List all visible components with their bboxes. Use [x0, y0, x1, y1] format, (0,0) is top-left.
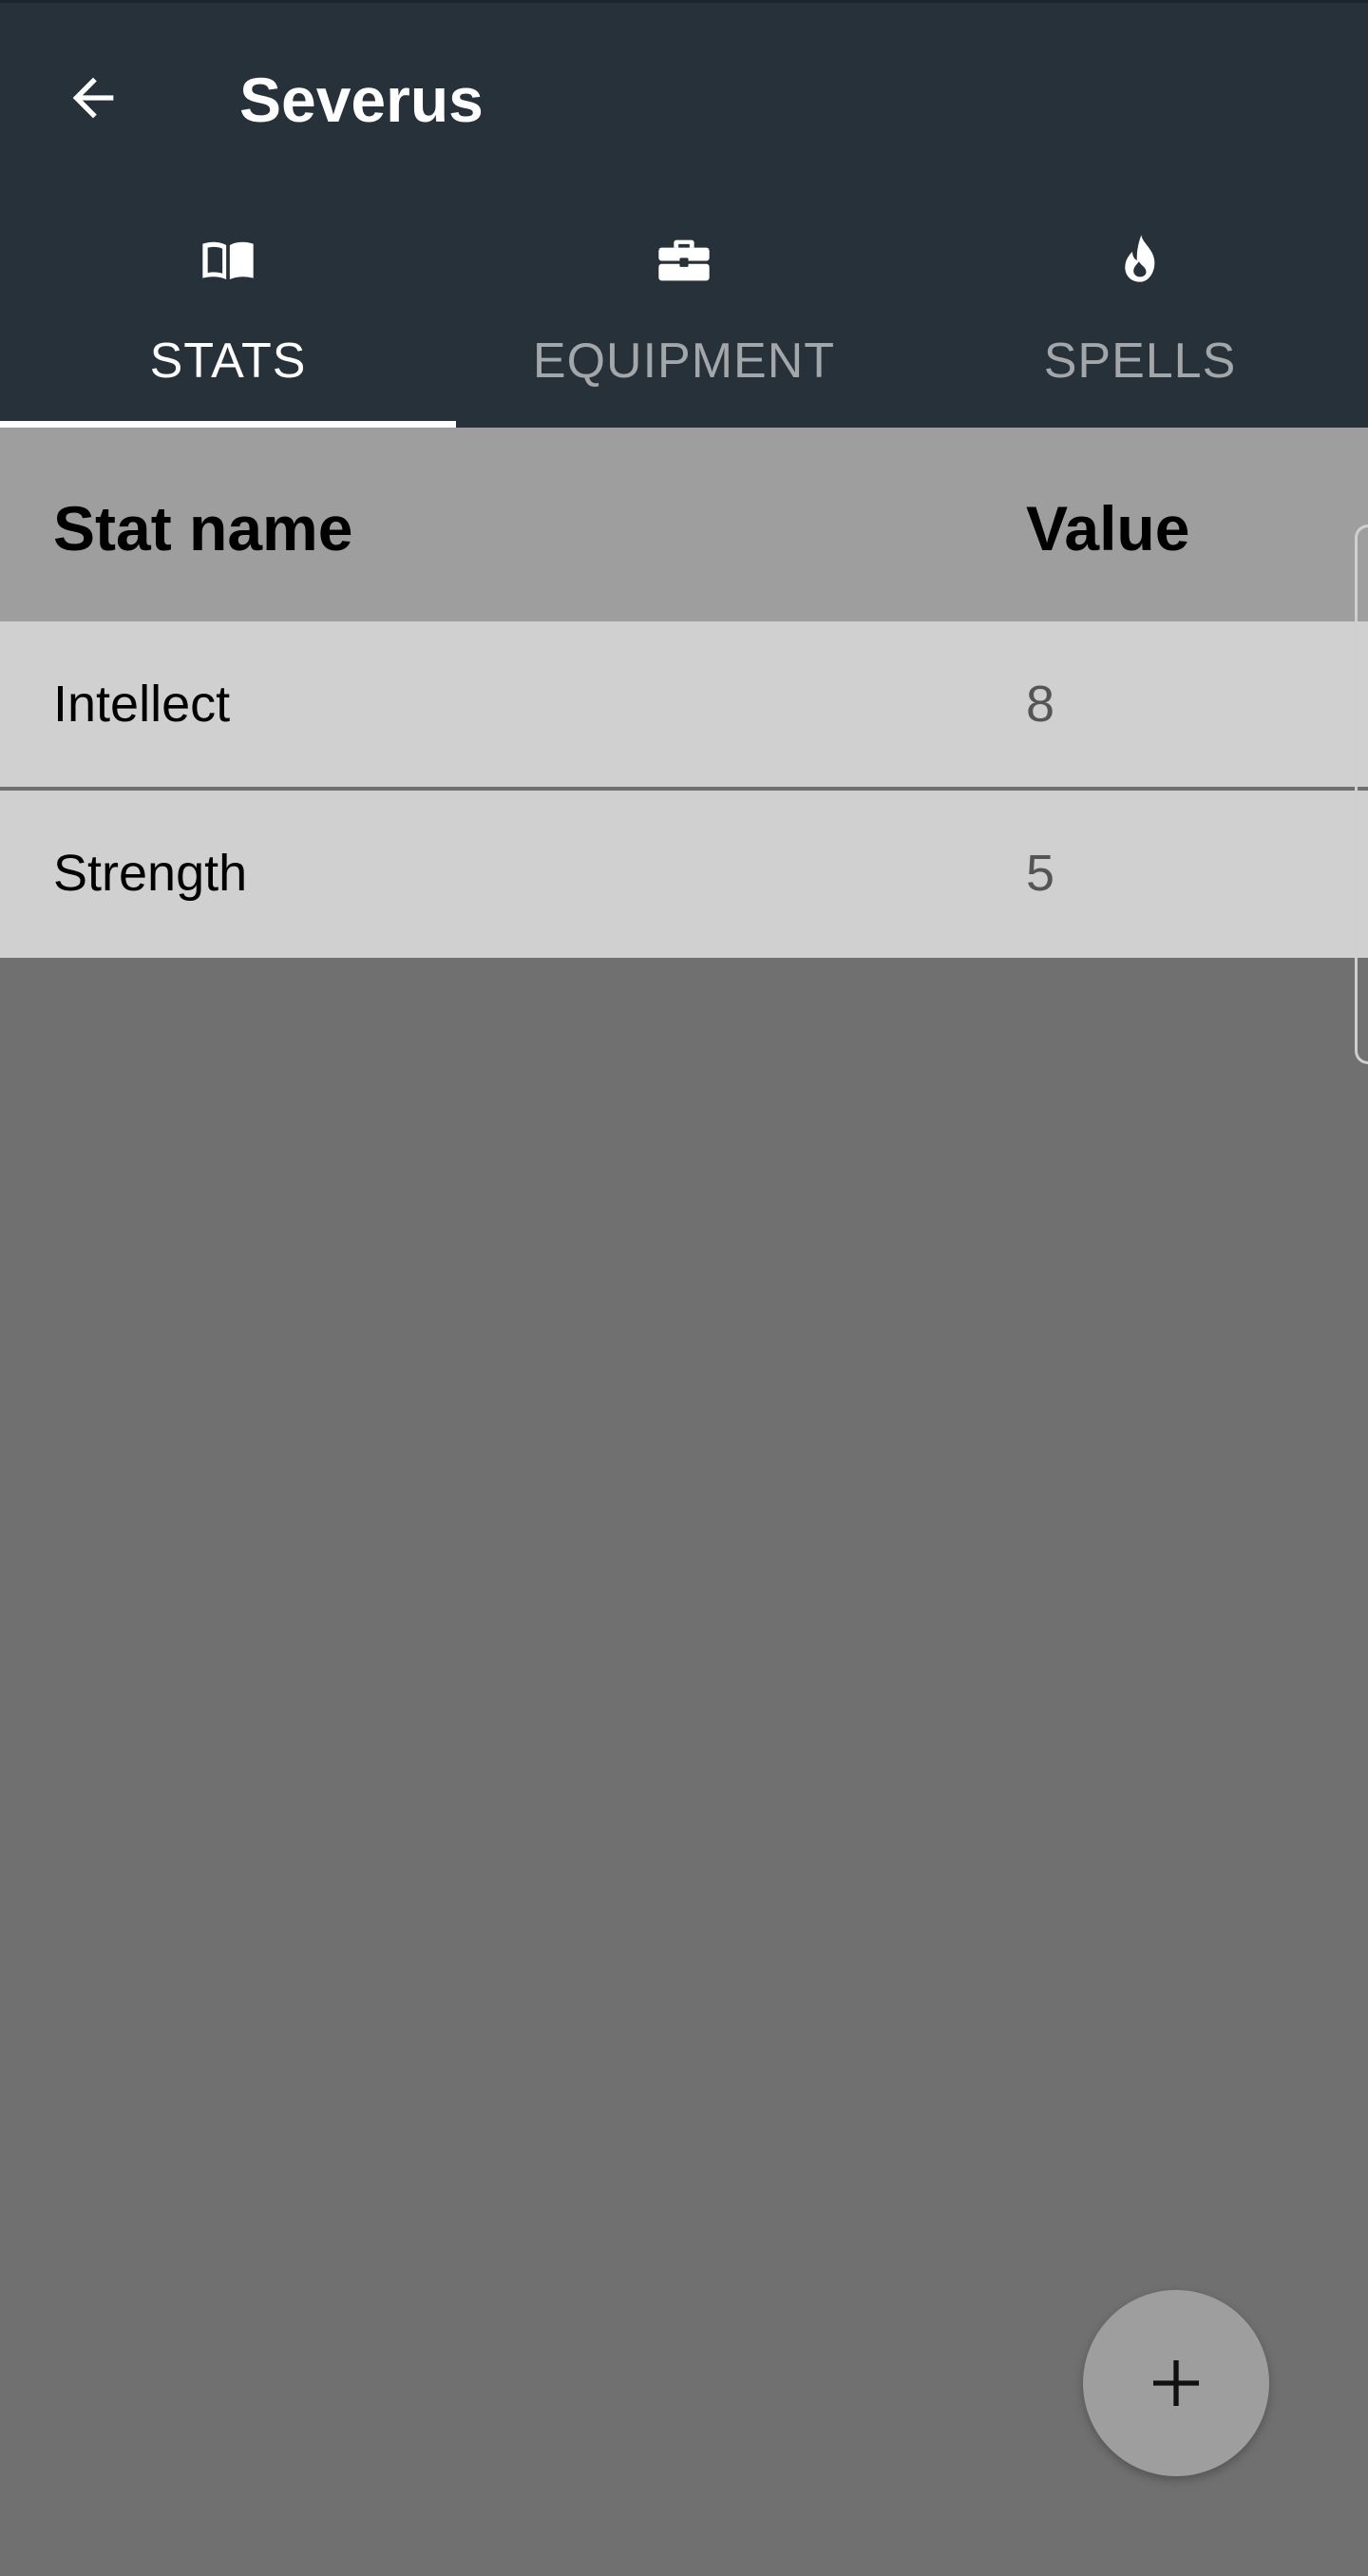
table-header: Stat name Value: [0, 428, 1368, 621]
tab-spells-label: SPELLS: [1043, 334, 1237, 389]
column-header-value: Value: [1026, 493, 1190, 563]
column-header-stat-name: Stat name: [53, 493, 353, 563]
page-title: Severus: [239, 65, 484, 135]
app-toolbar: Severus: [0, 0, 1368, 190]
tab-stats[interactable]: STATS: [0, 190, 456, 428]
edge-panel-handle[interactable]: [1355, 525, 1368, 1064]
add-stat-button[interactable]: [1083, 2290, 1269, 2476]
tab-equipment[interactable]: EQUIPMENT: [456, 190, 912, 428]
back-button[interactable]: [53, 58, 133, 138]
arrow-left-icon: [72, 77, 114, 119]
active-tab-indicator: [0, 421, 456, 428]
table-row[interactable]: Intellect 8: [0, 621, 1368, 789]
tab-bar: STATS EQUIPMENT SPELLS: [0, 190, 1368, 428]
book-icon: [198, 230, 258, 291]
flame-icon: [1110, 230, 1170, 291]
stat-name-cell: Strength: [53, 845, 248, 902]
app-root: Severus STATS EQUIPMENT SPELLS Stat name…: [0, 0, 1368, 2576]
tab-stats-label: STATS: [149, 334, 307, 389]
stat-value-cell: 8: [1026, 676, 1055, 733]
stat-value-cell: 5: [1026, 845, 1055, 902]
tab-spells[interactable]: SPELLS: [912, 190, 1368, 428]
briefcase-icon: [654, 230, 714, 291]
tab-equipment-label: EQUIPMENT: [532, 334, 836, 389]
table-row[interactable]: Strength 5: [0, 791, 1368, 958]
stat-name-cell: Intellect: [53, 676, 231, 733]
plus-icon: [1153, 2360, 1199, 2406]
